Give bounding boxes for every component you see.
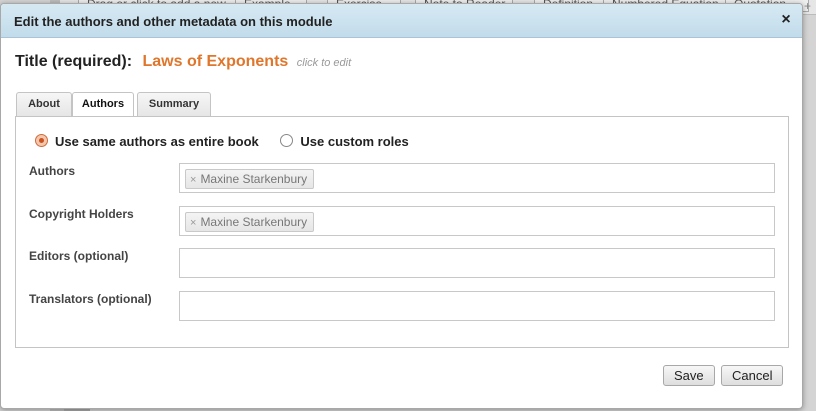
custom-roles-radio[interactable]	[280, 134, 294, 147]
translators-label: Translators (optional)	[29, 292, 152, 306]
module-title-row: Title (required): Laws of Exponents clic…	[15, 53, 351, 71]
authors-input[interactable]: × Maxine Starkenbury	[179, 163, 775, 193]
title-label: Title (required):	[15, 53, 133, 70]
copyright-holder-chip-label: Maxine Starkenbury	[200, 215, 308, 229]
copyright-holders-input[interactable]: × Maxine Starkenbury	[179, 206, 775, 236]
editors-label: Editors (optional)	[29, 249, 129, 263]
authors-panel: Use same authors as entire book Use cust…	[15, 116, 789, 348]
close-icon[interactable]: ×	[778, 12, 794, 28]
tab-about[interactable]: About	[16, 92, 72, 116]
translators-input[interactable]	[179, 291, 775, 321]
metadata-dialog: Edit the authors and other metadata on t…	[0, 3, 803, 409]
author-chip: × Maxine Starkenbury	[185, 169, 315, 189]
title-edit-hint: click to edit	[296, 57, 352, 69]
author-mode-radio-group: Use same authors as entire book Use cust…	[35, 134, 427, 149]
tab-authors[interactable]: Authors	[72, 92, 134, 118]
custom-roles-label[interactable]: Use custom roles	[300, 134, 408, 149]
copyright-holder-chip: × Maxine Starkenbury	[185, 212, 315, 232]
save-button[interactable]: Save	[663, 365, 715, 386]
tab-summary[interactable]: Summary	[137, 92, 211, 116]
dialog-titlebar[interactable]: Edit the authors and other metadata on t…	[1, 4, 802, 38]
authors-label: Authors	[29, 164, 75, 178]
author-chip-label: Maxine Starkenbury	[200, 172, 308, 186]
plus-icon: +	[804, 0, 812, 13]
same-authors-label[interactable]: Use same authors as entire book	[55, 134, 259, 149]
dialog-title: Edit the authors and other metadata on t…	[14, 14, 333, 29]
same-authors-radio[interactable]	[35, 134, 48, 147]
module-title-value[interactable]: Laws of Exponents	[143, 53, 289, 70]
editors-input[interactable]	[179, 248, 775, 278]
copyright-holders-label: Copyright Holders	[29, 207, 134, 221]
cancel-button[interactable]: Cancel	[721, 365, 784, 386]
remove-icon[interactable]: ×	[190, 174, 196, 186]
remove-icon[interactable]: ×	[190, 217, 196, 229]
